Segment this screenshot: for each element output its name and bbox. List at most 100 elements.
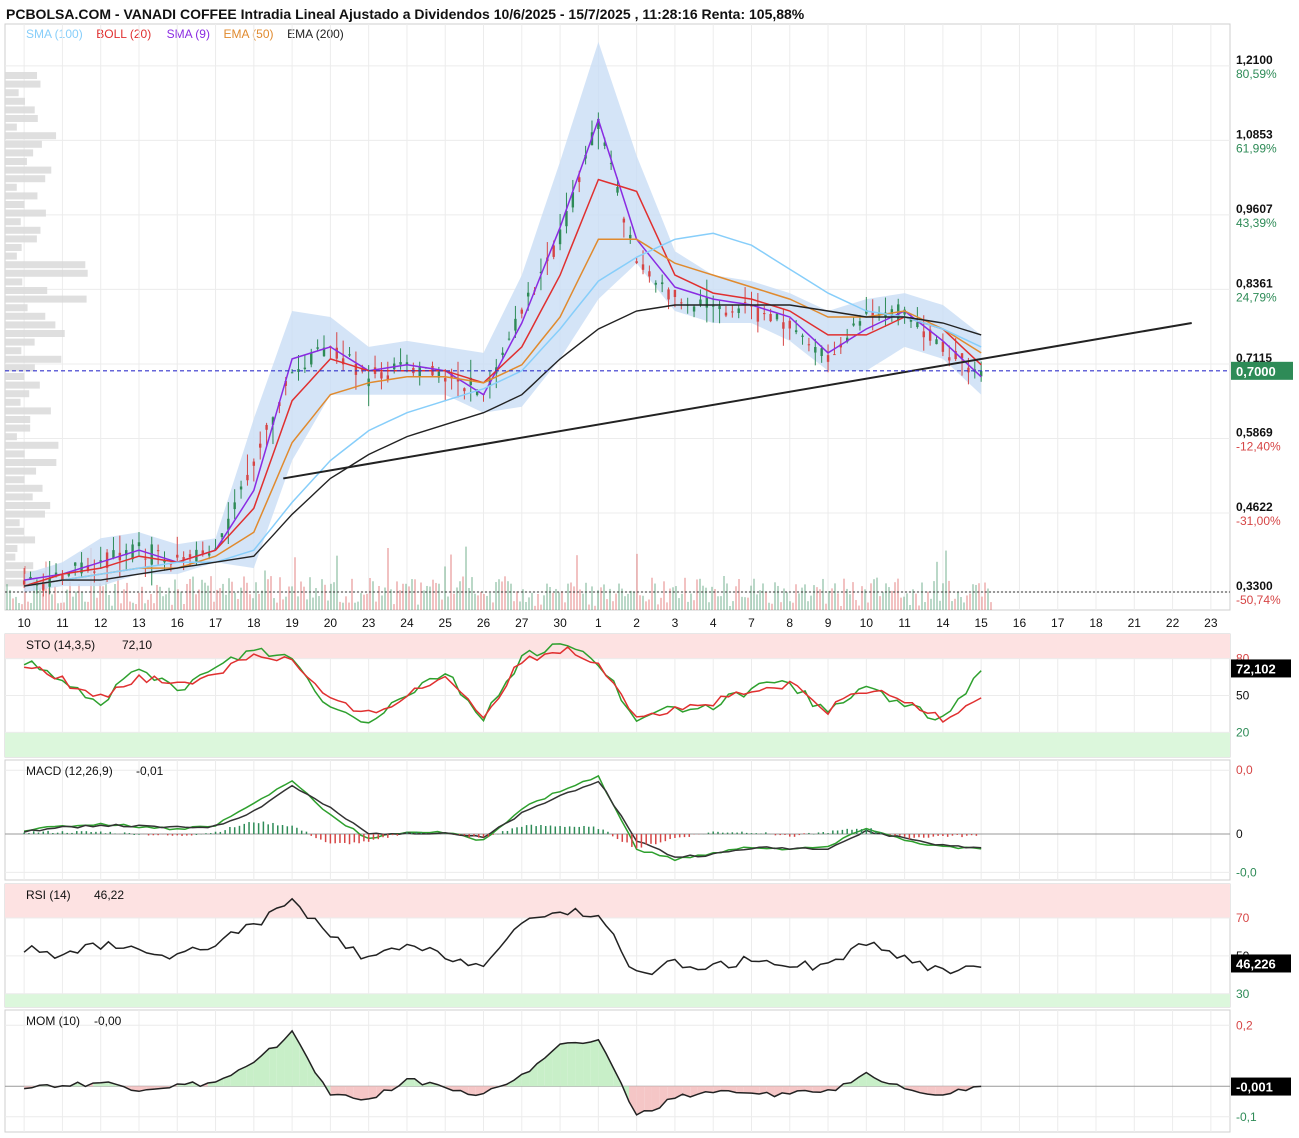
legend-item: BOLL (20) [96,27,151,41]
candle-body [680,302,683,304]
indicator-value: -0,01 [136,764,164,778]
volume-profile-bar [5,398,21,406]
volume-profile-bar [5,536,36,544]
zone-band [5,884,1230,919]
percent-tick-label: -12,40% [1236,439,1281,453]
volume-profile-bar [5,347,22,355]
candle-body [782,322,785,329]
percent-tick-label: -50,74% [1236,593,1281,607]
date-tick-label: 30 [553,616,567,630]
volume-profile [5,72,88,587]
candle-body [73,562,77,566]
price-pane: 1,210080,59% 1,085361,99% 0,960743,39% 0,83… [4,23,1293,611]
date-tick-label: 17 [209,616,223,630]
momentum-fill [667,1086,675,1100]
candle-body [731,311,734,313]
volume-profile-bar [5,545,18,552]
candle-body [501,352,504,355]
date-tick-label: 22 [1166,616,1180,630]
volume-profile-bar [5,295,87,303]
percent-tick-label: 43,39% [1236,216,1277,230]
date-tick-label: 16 [171,616,185,630]
chart-canvas: PCBOLSA.COM - VANADI COFFEE Intradia Lin… [4,6,1293,1133]
candle-body [935,339,938,345]
volume-profile-bar [5,493,33,501]
macd-pane: 0,0 0 -0,0 MACD (12,26,9) -0,01 [4,759,1257,881]
candle-body [763,313,766,315]
volume-profile-bar [5,338,35,346]
date-tick-label: 27 [515,616,529,630]
level-label: -0,1 [1236,1110,1257,1124]
candle-body [137,542,141,547]
candle-body [788,320,791,329]
candle-body [673,289,677,298]
candle-body [316,347,319,349]
price-tick-label: 0,4622 [1236,500,1273,514]
indicator-line [23,774,982,862]
momentum-fill [628,1086,637,1115]
volume-profile-bar [5,158,27,165]
candle-body [858,321,862,326]
momentum-pane: 0,2 -0,1 MOM (10) -0,00 -0,001 [4,1009,1291,1133]
rsi-pane: 705030RSI (14)46,2246,226 [4,883,1291,1008]
date-tick-label: 26 [477,616,491,630]
date-tick-label: 14 [936,616,950,630]
volume-profile-bar [5,80,41,88]
level-label: 30 [1236,987,1250,1001]
candle-body [188,554,192,558]
candle-body [712,305,715,307]
volume-profile-bar [5,115,38,122]
price-tick-label: 0,3300 [1236,579,1273,593]
volume-profile-bar [5,140,42,148]
price-tick-label: 1,0853 [1236,127,1273,141]
candle-body [259,443,262,448]
volume-profile-bar [5,424,31,432]
candle-body [176,554,179,558]
candle-body [820,348,823,356]
candle-body [514,318,517,331]
date-tick-label: 15 [974,616,988,630]
volume-profile-bar [5,467,37,475]
candle-body [520,309,523,314]
volume-profile-bar [5,287,48,294]
candle-body [794,330,798,333]
date-axis: 10 11 12 13 16 17 18 19 20 23 24 25 26 27 30 1 2 3 4 7 8 9 10 1… [17,616,1217,630]
candle-body [112,550,115,559]
candle-body [22,580,26,585]
momentum-fill [338,1086,346,1096]
momentum-fill [292,1030,300,1087]
indicator-label: MACD (12,26,9) [26,764,113,778]
momentum-fill [935,1086,943,1096]
candle-body [233,502,236,510]
volume-profile-bar [5,407,51,415]
date-tick-label: 7 [748,616,755,630]
volume-profile-bar [5,132,57,140]
date-tick-label: 24 [400,616,414,630]
candle-body [463,388,466,392]
candle-body [660,282,664,285]
candle-body [948,357,951,361]
candle-body [239,486,243,490]
date-tick-label: 3 [672,616,679,630]
candle-body [833,354,836,356]
candle-body [807,344,811,346]
price-tick-label: 0,9607 [1236,202,1273,216]
candle-body [507,338,511,340]
volume-profile-bar [5,175,46,183]
momentum-fill [651,1086,660,1111]
date-tick-label: 18 [1089,616,1103,630]
percent-tick-label: 61,99% [1236,141,1277,155]
momentum-fill [560,1042,568,1087]
volume-profile-bar [5,484,43,492]
volume-profile-bar [5,278,23,286]
candle-body [852,323,855,326]
volume-profile-bar [5,416,31,423]
candle-body [635,261,638,264]
volume-profile-bar [5,235,37,243]
candle-body [737,308,740,313]
volume-profile-bar [5,441,59,449]
indicator-last-tag-label: 46,226 [1236,956,1276,971]
candle-body [724,312,728,316]
percent-tick-label: 24,79% [1236,290,1277,304]
indicator-value: 46,22 [94,888,124,902]
